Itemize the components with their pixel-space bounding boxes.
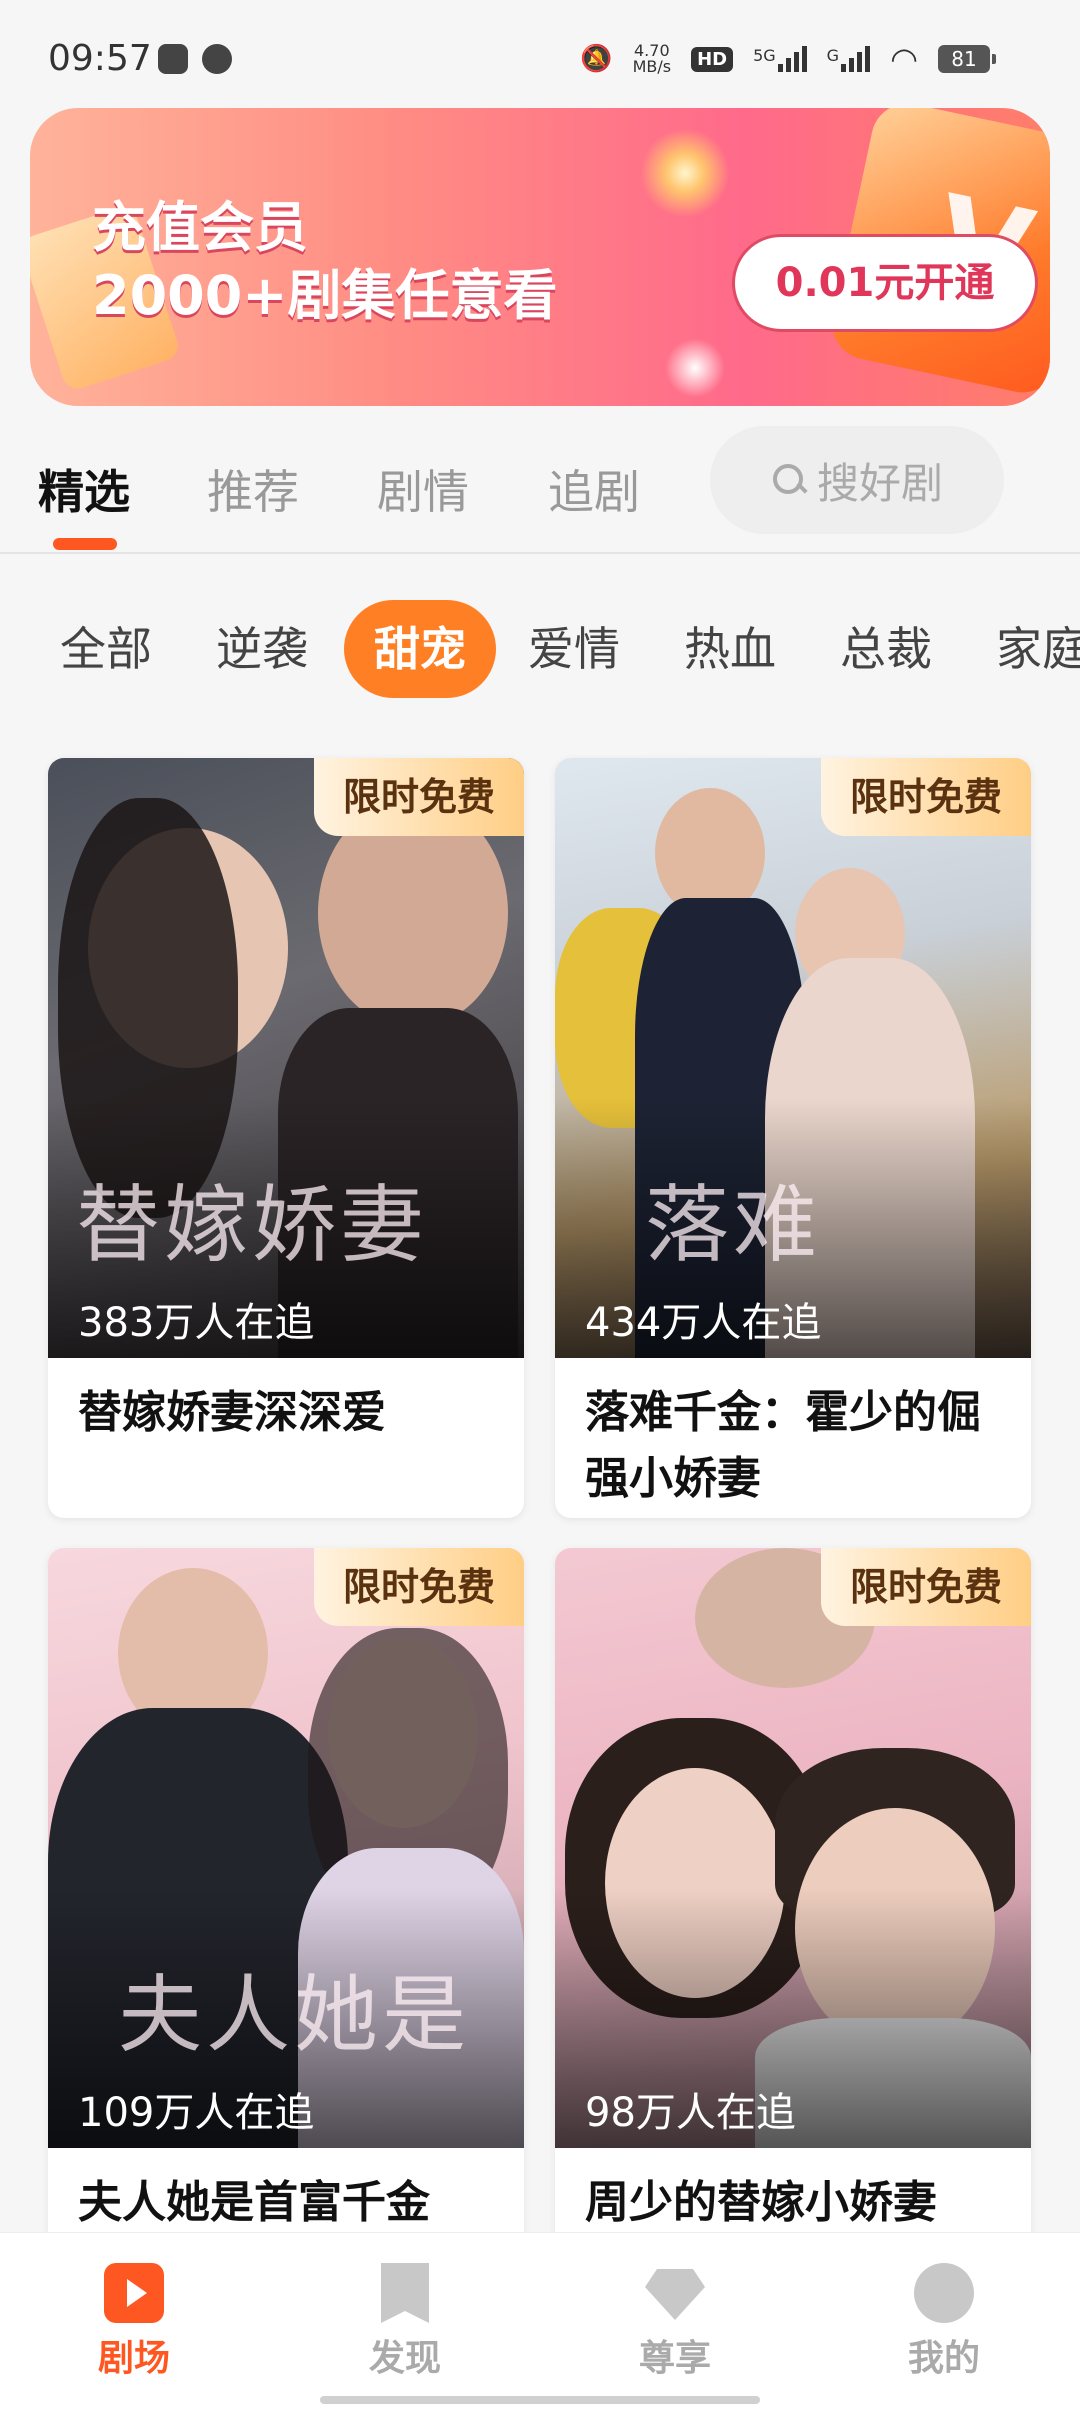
nav-profile[interactable]: 我的 bbox=[874, 2263, 1014, 2381]
drama-card[interactable]: 落难 限时免费 434万人在追 落难千金：霍少的倔强小娇妻 bbox=[555, 758, 1031, 1518]
category-family[interactable]: 家庭 bbox=[996, 600, 1080, 698]
mute-icon: 🔕 bbox=[580, 44, 613, 74]
home-indicator[interactable] bbox=[320, 2396, 760, 2404]
open-vip-button[interactable]: 0.01元开通 bbox=[732, 234, 1038, 332]
network-type-1: 5G bbox=[753, 46, 776, 65]
nav-discover-label: 发现 bbox=[368, 2338, 441, 2379]
network-type-2: G bbox=[826, 46, 840, 65]
status-bar: 09:57 🔕 4.70 MB/s HD 5G G ◠ 81 bbox=[0, 0, 1080, 110]
search-icon bbox=[771, 462, 807, 498]
play-icon bbox=[104, 2263, 164, 2323]
app-notification-icon-2 bbox=[202, 44, 232, 74]
tab-recommend[interactable]: 推荐 bbox=[207, 456, 299, 522]
banner-title-line1: 充值会员 bbox=[92, 196, 308, 259]
category-filter-bar: 全部 逆袭 甜宠 爱情 热血 总裁 家庭 bbox=[0, 588, 1080, 698]
drama-poster: 夫人她是 bbox=[48, 1548, 524, 2148]
search-input[interactable]: 搜好剧 bbox=[710, 426, 1004, 534]
firework-decoration bbox=[640, 128, 730, 218]
category-ceo[interactable]: 总裁 bbox=[840, 600, 932, 698]
category-romance[interactable]: 爱情 bbox=[528, 600, 620, 698]
status-time: 09:57 bbox=[48, 38, 152, 79]
search-placeholder: 搜好剧 bbox=[816, 458, 943, 508]
profile-icon bbox=[914, 2263, 974, 2323]
free-badge: 限时免费 bbox=[821, 1548, 1031, 1626]
drama-poster bbox=[555, 1548, 1031, 2148]
signal-5g-icon: 5G bbox=[753, 46, 807, 72]
network-speed: 4.70 MB/s bbox=[633, 43, 672, 75]
wifi-icon: ◠ bbox=[890, 40, 918, 78]
active-tab-indicator bbox=[53, 538, 117, 550]
category-comeback[interactable]: 逆袭 bbox=[216, 600, 308, 698]
nav-theater[interactable]: 剧场 bbox=[64, 2263, 204, 2381]
tab-featured[interactable]: 精选 bbox=[38, 456, 130, 522]
nav-premium[interactable]: 尊享 bbox=[605, 2263, 745, 2381]
poster-title-art: 替嫁娇妻 bbox=[76, 1176, 429, 1274]
viewer-count: 434万人在追 bbox=[585, 1300, 822, 1346]
nav-discover[interactable]: 发现 bbox=[335, 2263, 475, 2381]
viewer-count: 383万人在追 bbox=[78, 1300, 315, 1346]
sparkle-decoration bbox=[660, 333, 730, 403]
hd-icon: HD bbox=[691, 46, 734, 72]
poster-title-art: 落难 bbox=[645, 1176, 822, 1274]
vip-promo-banner[interactable]: V 充值会员 2000+剧集任意看 0.01元开通 bbox=[30, 108, 1050, 406]
category-all[interactable]: 全部 bbox=[60, 600, 152, 698]
main-tabs: 精选 推荐 剧情 追剧 搜好剧 bbox=[0, 426, 1080, 554]
signal-g-icon: G bbox=[826, 46, 871, 72]
drama-title: 落难千金：霍少的倔强小娇妻 bbox=[585, 1387, 981, 1504]
bottom-navigation: 剧场 发现 尊享 我的 bbox=[0, 2232, 1080, 2409]
drama-title: 替嫁娇妻深深爱 bbox=[78, 1387, 386, 1438]
free-badge: 限时免费 bbox=[314, 1548, 524, 1626]
category-action[interactable]: 热血 bbox=[684, 600, 776, 698]
nav-theater-label: 剧场 bbox=[97, 2338, 170, 2379]
banner-title: 充值会员 2000+剧集任意看 bbox=[92, 194, 558, 330]
drama-poster: 替嫁娇妻 bbox=[48, 758, 524, 1358]
network-speed-unit: MB/s bbox=[632, 57, 672, 76]
drama-title: 夫人她是首富千金 bbox=[78, 2177, 430, 2228]
status-right-icons: 🔕 4.70 MB/s HD 5G G ◠ 81 bbox=[580, 40, 996, 78]
diamond-icon bbox=[645, 2269, 705, 2320]
viewer-count: 98万人在追 bbox=[585, 2090, 796, 2136]
battery-icon: 81 bbox=[938, 45, 996, 73]
drama-title: 周少的替嫁小娇妻 bbox=[585, 2177, 937, 2228]
banner-title-line2: 2000+剧集任意看 bbox=[92, 264, 558, 327]
app-notification-icon bbox=[158, 44, 188, 74]
nav-profile-label: 我的 bbox=[907, 2338, 980, 2379]
free-badge: 限时免费 bbox=[821, 758, 1031, 836]
poster-title-art: 夫人她是 bbox=[118, 1966, 471, 2064]
category-sweet[interactable]: 甜宠 bbox=[344, 600, 496, 698]
nav-premium-label: 尊享 bbox=[638, 2338, 711, 2379]
drama-poster: 落难 bbox=[555, 758, 1031, 1358]
status-left-icons bbox=[158, 44, 232, 74]
free-badge: 限时免费 bbox=[314, 758, 524, 836]
drama-card[interactable]: 替嫁娇妻 限时免费 383万人在追 替嫁娇妻深深爱 bbox=[48, 758, 524, 1518]
bookmark-icon bbox=[381, 2263, 429, 2323]
drama-card[interactable]: 限时免费 98万人在追 周少的替嫁小娇妻 bbox=[555, 1548, 1031, 2308]
tab-plot[interactable]: 剧情 bbox=[377, 456, 469, 522]
viewer-count: 109万人在追 bbox=[78, 2090, 315, 2136]
drama-card[interactable]: 夫人她是 限时免费 109万人在追 夫人她是首富千金 bbox=[48, 1548, 524, 2308]
tab-following[interactable]: 追剧 bbox=[548, 456, 640, 522]
